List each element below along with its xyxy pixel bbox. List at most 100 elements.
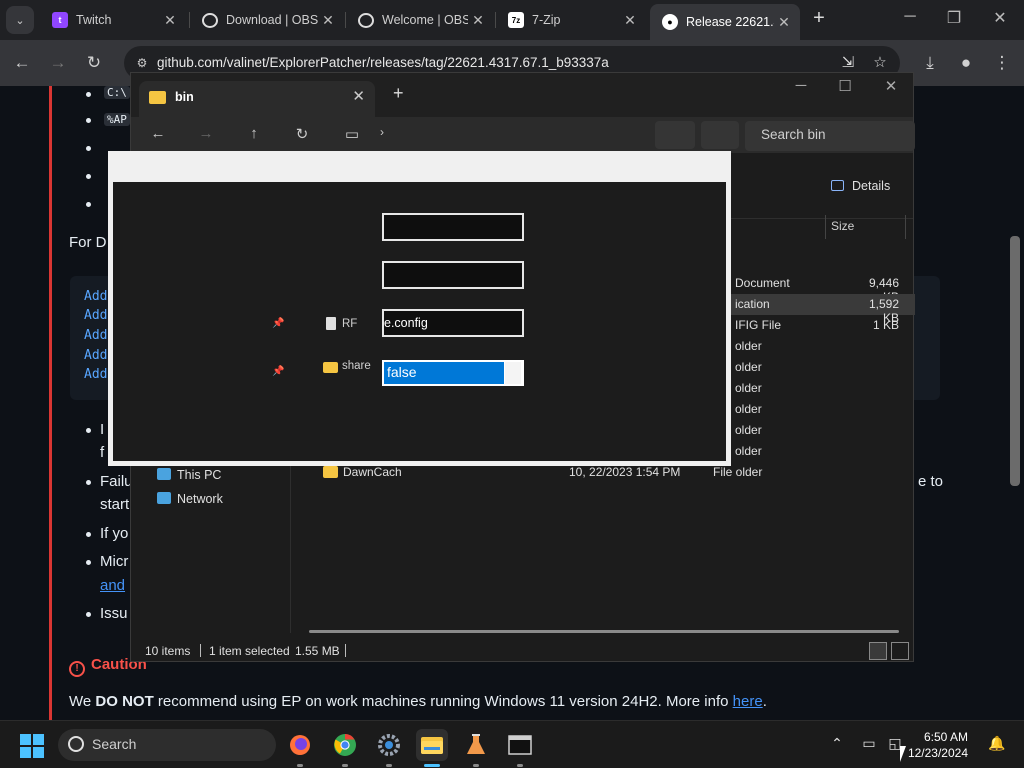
dialog-text-field-3[interactable]: e.config bbox=[382, 309, 524, 337]
settings-gear-icon[interactable] bbox=[373, 729, 405, 761]
active-indicator bbox=[424, 764, 440, 767]
tab-title: Twitch bbox=[76, 13, 112, 27]
back-arrow-icon[interactable]: ← bbox=[10, 51, 34, 75]
browser-tab-release[interactable]: ● Release 22621.4 ✕ bbox=[650, 4, 800, 40]
chevron-right-icon[interactable]: › bbox=[371, 125, 393, 139]
menu-kebab-icon[interactable]: ⋮ bbox=[990, 51, 1014, 75]
dialog-text-field-1[interactable] bbox=[382, 213, 524, 241]
file-type: older bbox=[735, 339, 762, 353]
paragraph-text: f bbox=[100, 444, 105, 461]
address-segment[interactable] bbox=[701, 121, 739, 149]
download-icon[interactable]: ⤓ bbox=[918, 51, 942, 75]
close-window-icon[interactable]: ✕ bbox=[978, 8, 1022, 28]
address-segment[interactable] bbox=[655, 121, 695, 149]
running-indicator bbox=[342, 764, 348, 767]
combo-dropdown-button[interactable] bbox=[505, 362, 521, 384]
display-monitor-icon[interactable]: ▭ bbox=[858, 735, 880, 752]
paragraph-text: I bbox=[100, 421, 105, 438]
dialog-body: 📌 RF e.config 📌 share false bbox=[113, 182, 726, 461]
file-type: ication bbox=[735, 297, 770, 311]
running-indicator bbox=[517, 764, 523, 767]
new-tab-button[interactable]: + bbox=[808, 8, 830, 30]
here-link[interactable]: here bbox=[733, 693, 763, 710]
details-pane-button[interactable]: Details bbox=[831, 179, 890, 193]
details-pane-icon bbox=[831, 180, 844, 191]
close-tab-icon[interactable]: ✕ bbox=[468, 12, 488, 29]
status-item-count: 10 items bbox=[145, 644, 191, 658]
search-input[interactable]: Search bin bbox=[745, 121, 915, 151]
forward-arrow-icon[interactable]: → bbox=[46, 51, 70, 75]
close-tab-icon[interactable]: ✕ bbox=[620, 12, 640, 29]
install-app-icon[interactable]: ⇲ bbox=[838, 53, 858, 73]
nav-item-this-pc[interactable]: This PC bbox=[157, 468, 221, 482]
file-type: older bbox=[735, 381, 762, 395]
taskbar-search-box[interactable]: Search bbox=[58, 729, 276, 761]
file-explorer-icon[interactable] bbox=[416, 729, 448, 761]
terminal-icon[interactable] bbox=[504, 729, 536, 761]
dialog-combo-box[interactable]: false bbox=[382, 360, 524, 386]
url-text[interactable]: github.com/valinet/ExplorerPatcher/relea… bbox=[157, 55, 609, 70]
code-line: Add bbox=[84, 289, 108, 304]
taskbar-clock[interactable]: 6:50 AM 12/23/2024 bbox=[906, 729, 968, 761]
up-arrow-icon[interactable]: ↑ bbox=[243, 125, 265, 142]
close-window-icon[interactable]: ✕ bbox=[871, 77, 911, 95]
column-header-size[interactable]: Size bbox=[831, 219, 854, 243]
horizontal-scrollbar[interactable] bbox=[309, 630, 899, 633]
close-tab-icon[interactable]: ✕ bbox=[352, 87, 365, 105]
bullet bbox=[86, 118, 91, 123]
nav-label: This PC bbox=[177, 468, 222, 482]
file-type: older bbox=[735, 423, 762, 437]
nav-label: Network bbox=[177, 492, 223, 506]
combo-selected-value[interactable]: false bbox=[384, 362, 504, 384]
start-windows-icon[interactable] bbox=[20, 734, 44, 758]
and-link[interactable]: and bbox=[100, 577, 125, 594]
file-type: older bbox=[735, 360, 762, 374]
maximize-icon[interactable]: ❐ bbox=[932, 8, 976, 28]
file-type: Document bbox=[735, 276, 790, 290]
network-icon bbox=[157, 492, 171, 504]
pc-monitor-icon[interactable]: ▭ bbox=[341, 125, 363, 143]
profile-avatar-icon[interactable]: ● bbox=[954, 51, 978, 75]
dialog-text-field-2[interactable] bbox=[382, 261, 524, 289]
twitch-icon: t bbox=[52, 12, 68, 28]
firefox-icon[interactable] bbox=[284, 729, 316, 761]
details-view-icon[interactable] bbox=[869, 642, 887, 660]
paragraph-text: Micr bbox=[100, 553, 129, 570]
status-separator bbox=[200, 644, 201, 657]
notification-bell-icon[interactable]: 🔔 bbox=[986, 735, 1008, 752]
inline-code: C:\ bbox=[104, 86, 130, 99]
bookmark-star-icon[interactable]: ☆ bbox=[870, 53, 890, 73]
tab-search-chevron-icon[interactable]: ⌄ bbox=[6, 6, 34, 34]
maximize-icon[interactable]: ☐ bbox=[825, 77, 865, 95]
flask-app-icon[interactable] bbox=[460, 729, 492, 761]
chrome-icon[interactable] bbox=[329, 729, 361, 761]
close-tab-icon[interactable]: ✕ bbox=[774, 14, 794, 31]
tiles-view-icon[interactable] bbox=[891, 642, 909, 660]
show-hidden-icons-chevron-icon[interactable]: ⌃ bbox=[826, 735, 848, 752]
explorer-tab-bin[interactable]: bin ✕ bbox=[139, 81, 375, 117]
site-info-icon[interactable]: ⚙ bbox=[132, 53, 152, 73]
refresh-icon[interactable]: ↻ bbox=[291, 125, 313, 143]
github-icon: ● bbox=[662, 14, 678, 30]
caution-text: recommend using EP on work machines runn… bbox=[153, 693, 733, 710]
minimize-icon[interactable]: ─ bbox=[781, 77, 821, 94]
browser-tab-welcome-obs[interactable]: Welcome | OBS ✕ bbox=[346, 6, 494, 34]
browser-tab-7zip[interactable]: 7z 7-Zip ✕ bbox=[496, 6, 646, 34]
close-tab-icon[interactable]: ✕ bbox=[160, 12, 180, 29]
minimize-icon[interactable]: ─ bbox=[888, 8, 932, 26]
browser-tab-twitch[interactable]: t Twitch ✕ bbox=[40, 6, 186, 34]
folder-icon bbox=[323, 362, 338, 373]
back-arrow-icon[interactable]: ← bbox=[147, 125, 169, 142]
browser-tab-download-obs[interactable]: Download | OBS ✕ bbox=[190, 6, 344, 34]
forward-arrow-icon[interactable]: → bbox=[195, 125, 217, 142]
caution-paragraph: We DO NOT recommend using EP on work mac… bbox=[69, 693, 767, 710]
nav-item-network[interactable]: Network bbox=[157, 492, 223, 506]
new-explorer-tab-button[interactable]: + bbox=[393, 83, 404, 104]
column-separator[interactable] bbox=[825, 215, 826, 239]
close-tab-icon[interactable]: ✕ bbox=[318, 12, 338, 29]
reload-icon[interactable]: ↻ bbox=[82, 51, 106, 75]
ghost-file-label: RF bbox=[342, 318, 358, 330]
column-separator[interactable] bbox=[905, 215, 906, 239]
page-scrollbar[interactable] bbox=[1010, 236, 1020, 486]
inline-code: %AP bbox=[104, 113, 130, 126]
